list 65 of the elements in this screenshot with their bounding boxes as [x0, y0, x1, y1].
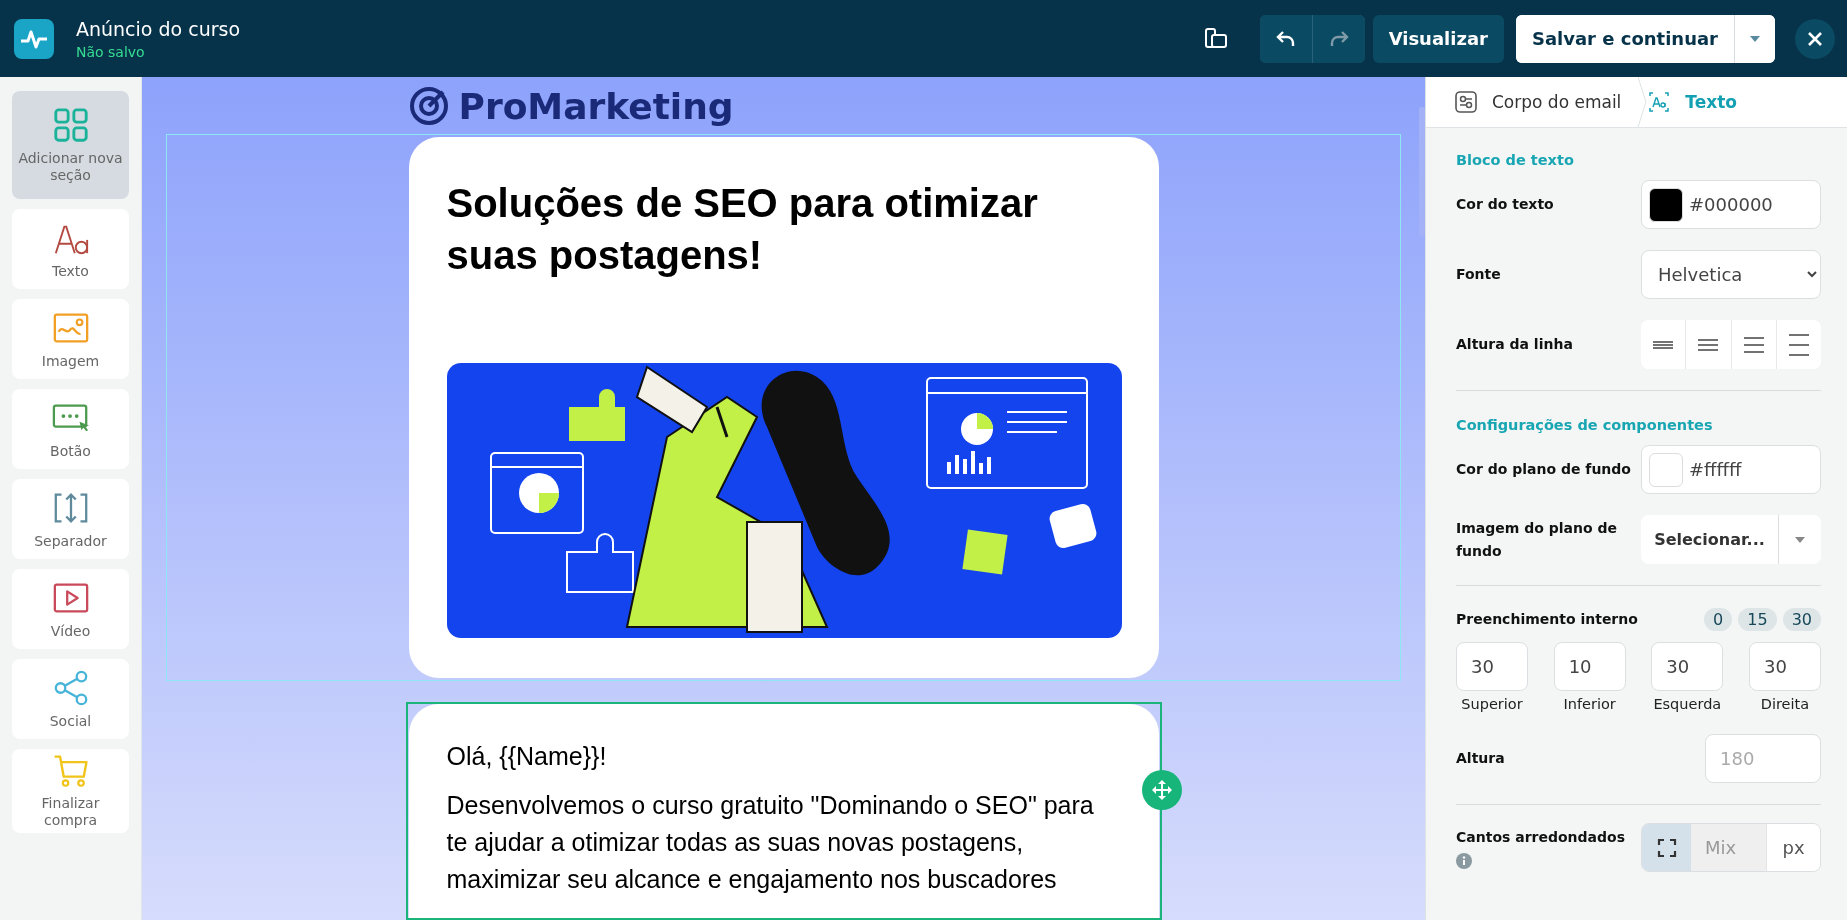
padding-input[interactable]: 10 — [1553, 642, 1626, 691]
field-label: Cor do texto — [1456, 195, 1554, 215]
sidebar-tool-item[interactable]: Finalizar compra — [12, 749, 129, 833]
sidebar-tool-item[interactable]: Imagem — [12, 299, 129, 379]
sidebar-tool-item[interactable]: Adicionar nova seção — [12, 91, 129, 199]
save-status: Não salvo — [76, 43, 146, 60]
brand-name: ProMarketing — [458, 85, 734, 127]
sidebar-tool-item[interactable]: Vídeo — [12, 569, 129, 649]
info-icon — [1456, 852, 1472, 869]
email-heading: Soluções de SEO para otimizar suas postagens! — [446, 180, 1039, 279]
unit-label: px — [1767, 824, 1820, 871]
field-label: Imagem do plano de fundo — [1456, 519, 1618, 561]
padding-input[interactable]: 30 — [1651, 642, 1724, 691]
sidebar-tool-item[interactable]: Texto — [12, 209, 129, 289]
color-swatch[interactable] — [1649, 452, 1683, 487]
line-spacing-icon — [1743, 336, 1764, 353]
field-label: Preenchimento interno — [1456, 609, 1638, 629]
preview-button[interactable]: Visualizar — [1372, 14, 1504, 63]
breadcrumb-tab[interactable]: Corpo do email — [1454, 90, 1638, 114]
uniform-corners-toggle[interactable] — [1642, 824, 1691, 871]
line-spacing-icon — [1788, 333, 1809, 356]
greeting-text: Olá, {{Name}}! — [446, 742, 608, 771]
app-logo-icon — [14, 18, 54, 59]
section-outline[interactable]: Soluções de SEO para otimizar suas postagens! — [167, 135, 1400, 680]
undo-button[interactable] — [1259, 14, 1312, 63]
field-label: Fonte — [1456, 265, 1501, 285]
field-label: Cor do plano de fundo — [1456, 460, 1631, 480]
padding-preset-chip[interactable]: 15 — [1738, 607, 1777, 631]
save-continue-button[interactable]: Salvar e continuar — [1515, 14, 1735, 63]
selected-block[interactable]: Olá, {{Name}}! Desenvolvemos o curso gratuito "Dominando o SEO" para te ajudar a otimizar todas as suas novas postagens, maximizar seu alcance e engajamento nos buscadores — [405, 702, 1162, 920]
color-field[interactable]: #000000 — [1641, 180, 1821, 229]
sliders-icon — [1454, 90, 1478, 114]
field-label: Cantos arredondados — [1456, 828, 1625, 848]
add-section-grid-icon — [51, 106, 90, 145]
sidebar-tool-item[interactable]: Botão — [12, 389, 129, 469]
close-icon — [1807, 30, 1823, 47]
sidebar-tool-item[interactable]: Social — [12, 659, 129, 739]
color-swatch[interactable] — [1649, 187, 1683, 222]
field-caption: Inferior — [1563, 696, 1616, 712]
radius-input[interactable]: Mix — [1691, 824, 1767, 871]
padding-preset-chip[interactable]: 0 — [1704, 607, 1733, 631]
font-select[interactable]: Helvetica — [1641, 250, 1821, 299]
target-logo-icon — [408, 86, 449, 126]
corners-icon — [1656, 837, 1677, 858]
height-input[interactable]: 180 — [1705, 734, 1821, 783]
field-label: Altura da linha — [1456, 335, 1573, 355]
section-title: Bloco de texto — [1456, 152, 1575, 168]
padding-input[interactable]: 30 — [1748, 642, 1821, 691]
caret-icon — [1750, 35, 1760, 42]
line-spacing-icon — [1698, 338, 1719, 351]
document-title: Anúncio do curso — [76, 17, 242, 40]
color-field[interactable]: #ffffff — [1641, 445, 1821, 494]
line-spacing-icon — [1653, 340, 1674, 349]
field-caption: Esquerda — [1653, 696, 1722, 712]
field-label: Altura — [1456, 749, 1505, 769]
close-button[interactable] — [1795, 18, 1835, 59]
padding-input[interactable]: 30 — [1456, 642, 1528, 691]
sidebar-tool-item[interactable]: Separador — [12, 479, 129, 559]
body-paragraph: Desenvolvemos o curso gratuito "Dominando o SEO" para te ajudar a otimizar todas as suas novas postagens, maximizar seu alcance e engajamento nos buscadores — [446, 790, 1095, 895]
section-title: Configurações de componentes — [1456, 417, 1714, 433]
caret-icon — [1795, 536, 1805, 543]
text-aa-icon — [1647, 90, 1672, 114]
field-caption: Superior — [1461, 696, 1523, 712]
padding-preset-chip[interactable]: 30 — [1782, 607, 1821, 631]
field-caption: Direita — [1760, 696, 1810, 712]
